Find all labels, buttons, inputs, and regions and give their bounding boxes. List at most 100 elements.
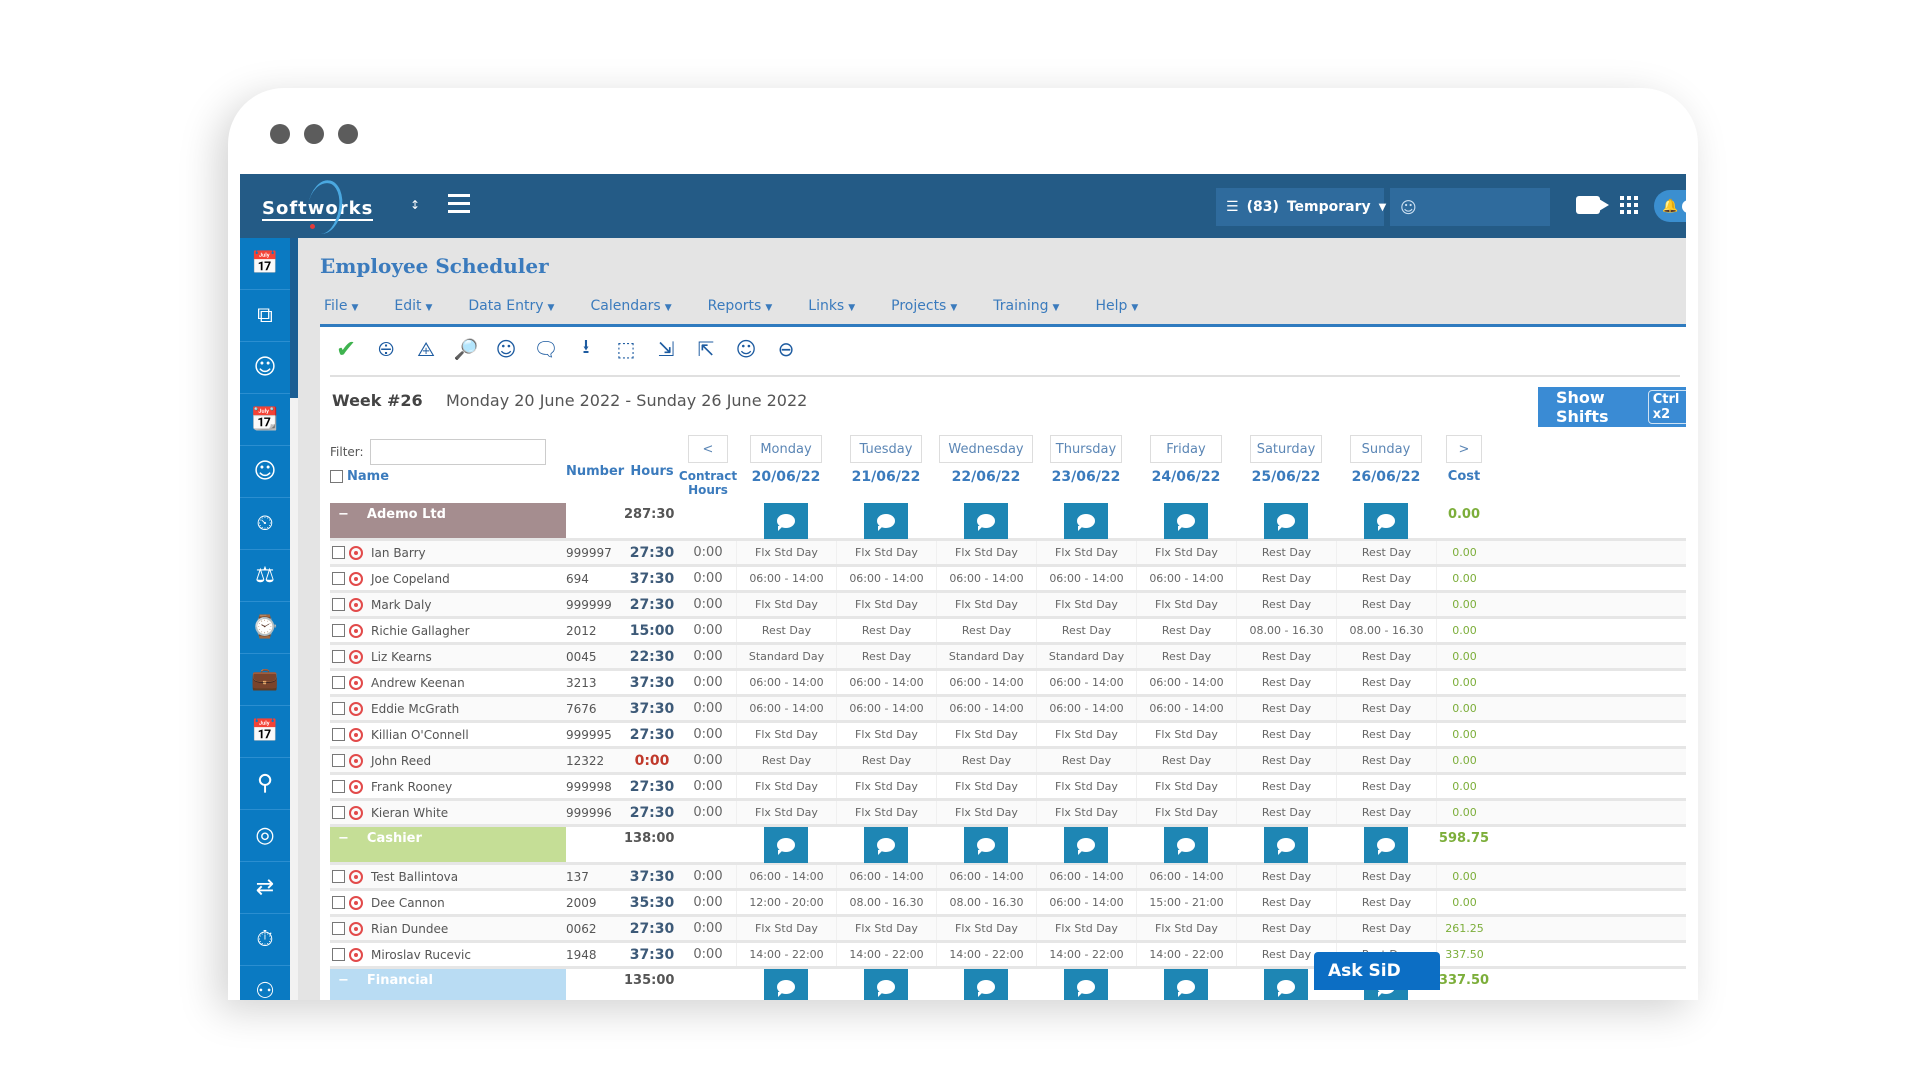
employee-name[interactable]: Test Ballintova bbox=[371, 870, 458, 884]
day-button[interactable]: Saturday bbox=[1250, 435, 1322, 463]
shift-cell[interactable]: 14:00 - 22:00 bbox=[1036, 943, 1136, 966]
sort-arrows-icon[interactable]: ↕ bbox=[410, 198, 420, 212]
employee-target-icon[interactable] bbox=[349, 701, 363, 716]
day-comment-button[interactable] bbox=[864, 827, 908, 863]
employee-name[interactable]: Kieran White bbox=[371, 806, 448, 820]
employee-checkbox[interactable] bbox=[332, 870, 345, 883]
shift-cell[interactable]: 06:00 - 14:00 bbox=[936, 697, 1036, 720]
ask-sid-button[interactable]: Ask SiD bbox=[1314, 952, 1440, 990]
shift-cell[interactable]: Rest Day bbox=[1336, 749, 1436, 772]
day-comment-button[interactable] bbox=[1364, 503, 1408, 539]
group-name-cell[interactable]: − Ademo Ltd bbox=[330, 503, 566, 538]
shift-cell[interactable]: Rest Day bbox=[1236, 567, 1336, 590]
employee-checkbox[interactable] bbox=[332, 546, 345, 559]
day-button[interactable]: Wednesday bbox=[939, 435, 1033, 463]
shift-cell[interactable]: Flx Std Day bbox=[1136, 775, 1236, 798]
user-search-field[interactable]: ☺ bbox=[1390, 188, 1550, 226]
day-button[interactable]: Thursday bbox=[1050, 435, 1122, 463]
softworks-logo[interactable]: Softworks bbox=[262, 177, 374, 237]
group-name-cell[interactable]: − Cashier bbox=[330, 827, 566, 862]
name-column-label[interactable]: Name bbox=[347, 469, 389, 484]
window-dot-icon[interactable] bbox=[338, 124, 358, 144]
add-shift-icon[interactable]: ⨹ bbox=[412, 335, 440, 363]
add-remove-icon[interactable]: ⊖ bbox=[772, 335, 800, 363]
shift-cell[interactable]: Flx Std Day bbox=[736, 801, 836, 824]
collapse-icon[interactable]: − bbox=[338, 831, 349, 846]
employee-checkbox[interactable] bbox=[332, 676, 345, 689]
shift-cell[interactable]: Flx Std Day bbox=[736, 541, 836, 564]
shift-cell[interactable]: 06:00 - 14:00 bbox=[936, 671, 1036, 694]
shift-cell[interactable]: Flx Std Day bbox=[1036, 541, 1136, 564]
menu-links[interactable]: Links ▼ bbox=[808, 298, 855, 314]
video-camera-icon[interactable] bbox=[1576, 196, 1609, 214]
employee-checkbox[interactable] bbox=[332, 754, 345, 767]
day-comment-button[interactable] bbox=[1164, 503, 1208, 539]
shift-cell[interactable]: Rest Day bbox=[1336, 723, 1436, 746]
employee-name[interactable]: John Reed bbox=[371, 754, 431, 768]
shift-cell[interactable]: Standard Day bbox=[736, 645, 836, 668]
shift-cell[interactable]: 14:00 - 22:00 bbox=[836, 943, 936, 966]
employee-name[interactable]: Eddie McGrath bbox=[371, 702, 459, 716]
shift-cell[interactable]: Rest Day bbox=[836, 619, 936, 642]
employee-target-icon[interactable] bbox=[349, 545, 363, 560]
shift-cell[interactable]: Rest Day bbox=[1036, 619, 1136, 642]
shift-cell[interactable]: Rest Day bbox=[1336, 645, 1436, 668]
employee-name[interactable]: Ian Barry bbox=[371, 546, 426, 560]
day-comment-button[interactable] bbox=[1264, 503, 1308, 539]
shift-cell[interactable]: 06:00 - 14:00 bbox=[1036, 567, 1136, 590]
shift-cell[interactable]: Rest Day bbox=[1336, 697, 1436, 720]
shift-cell[interactable]: Rest Day bbox=[1336, 567, 1436, 590]
shift-cell[interactable]: Flx Std Day bbox=[936, 541, 1036, 564]
employee-checkbox[interactable] bbox=[332, 598, 345, 611]
employee-target-icon[interactable] bbox=[349, 753, 363, 768]
shift-cell[interactable]: 06:00 - 14:00 bbox=[1036, 865, 1136, 888]
shift-cell[interactable]: Flx Std Day bbox=[736, 917, 836, 940]
remove-shift-icon[interactable]: ⨸ bbox=[372, 335, 400, 363]
shift-cell[interactable]: Rest Day bbox=[936, 619, 1036, 642]
shift-cell[interactable]: Rest Day bbox=[1336, 917, 1436, 940]
show-shifts-button[interactable]: Show Shifts Ctrl x2 bbox=[1538, 387, 1686, 427]
prev-week-button[interactable]: < bbox=[688, 435, 728, 463]
group-name-cell[interactable]: − Financial bbox=[330, 969, 566, 1000]
sidebar-item[interactable]: ☺ bbox=[240, 446, 290, 498]
shift-cell[interactable]: Flx Std Day bbox=[836, 801, 936, 824]
shift-cell[interactable]: Rest Day bbox=[1236, 671, 1336, 694]
shift-cell[interactable]: Flx Std Day bbox=[1036, 723, 1136, 746]
day-comment-button[interactable] bbox=[1164, 827, 1208, 863]
sidebar-item[interactable]: ⌚ bbox=[240, 602, 290, 654]
shift-cell[interactable]: Flx Std Day bbox=[736, 593, 836, 616]
shift-cell[interactable]: 06:00 - 14:00 bbox=[836, 697, 936, 720]
employee-checkbox[interactable] bbox=[332, 702, 345, 715]
shift-cell[interactable]: Rest Day bbox=[1336, 671, 1436, 694]
shift-cell[interactable]: Flx Std Day bbox=[1136, 541, 1236, 564]
shift-cell[interactable]: Rest Day bbox=[1236, 593, 1336, 616]
shift-cell[interactable]: Rest Day bbox=[1136, 749, 1236, 772]
sidebar-item[interactable]: ⏱ bbox=[240, 914, 290, 966]
employee-target-icon[interactable] bbox=[349, 869, 363, 884]
shift-cell[interactable]: Rest Day bbox=[1236, 697, 1336, 720]
employee-name[interactable]: Joe Copeland bbox=[371, 572, 450, 586]
import-icon[interactable]: ⇱ bbox=[692, 335, 720, 363]
employee-target-icon[interactable] bbox=[349, 895, 363, 910]
shift-cell[interactable]: Flx Std Day bbox=[1136, 593, 1236, 616]
shift-cell[interactable]: Rest Day bbox=[1236, 801, 1336, 824]
shift-cell[interactable]: Flx Std Day bbox=[1036, 775, 1136, 798]
download-icon[interactable]: ⭳ bbox=[572, 334, 600, 363]
shift-cell[interactable]: Flx Std Day bbox=[736, 723, 836, 746]
shift-cell[interactable]: Flx Std Day bbox=[836, 593, 936, 616]
menu-help[interactable]: Help ▼ bbox=[1095, 298, 1138, 314]
sidebar-item[interactable]: 📅 bbox=[240, 238, 290, 290]
shift-cell[interactable]: Flx Std Day bbox=[1036, 917, 1136, 940]
day-button[interactable]: Sunday bbox=[1350, 435, 1422, 463]
shift-cell[interactable]: 08.00 - 16.30 bbox=[936, 891, 1036, 914]
shift-cell[interactable]: Rest Day bbox=[836, 645, 936, 668]
employee-target-icon[interactable] bbox=[349, 571, 363, 586]
day-comment-button[interactable] bbox=[1164, 969, 1208, 1000]
menu-training[interactable]: Training ▼ bbox=[993, 298, 1059, 314]
shift-cell[interactable]: Rest Day bbox=[1336, 865, 1436, 888]
shift-cell[interactable]: 06:00 - 14:00 bbox=[936, 865, 1036, 888]
shift-cell[interactable]: Flx Std Day bbox=[936, 801, 1036, 824]
shift-cell[interactable]: 06:00 - 14:00 bbox=[836, 865, 936, 888]
day-comment-button[interactable] bbox=[1064, 503, 1108, 539]
sidebar-item[interactable]: ⧉ bbox=[240, 290, 290, 342]
